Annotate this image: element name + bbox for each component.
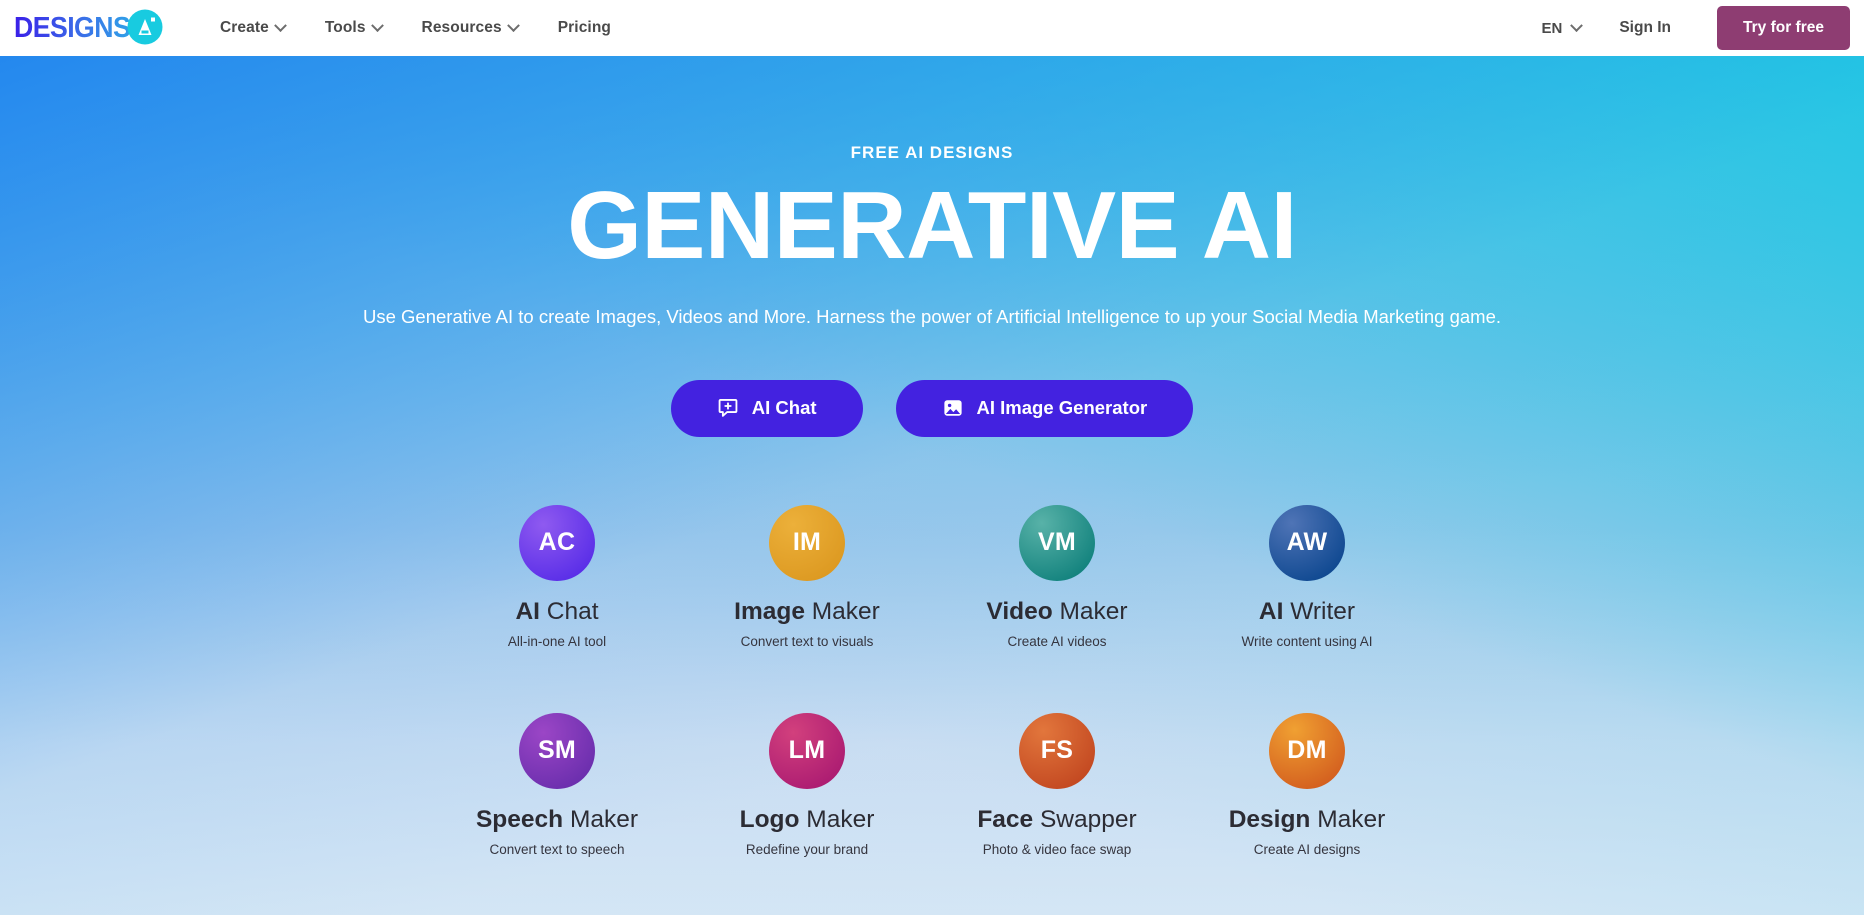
tool-title-bold: Face: [977, 805, 1034, 833]
tool-initials: LM: [788, 736, 826, 765]
tool-initials: AW: [1286, 528, 1328, 557]
tool-initials: AC: [538, 528, 576, 557]
sign-in-link[interactable]: Sign In: [1597, 11, 1693, 45]
ai-chat-button-label: AI Chat: [751, 397, 817, 419]
tool-title: Logo Maker: [740, 806, 875, 834]
tool-title-bold: Image: [734, 597, 805, 625]
tool-card-face-swapper[interactable]: FS Face Swapper Photo & video face swap: [932, 712, 1182, 857]
tool-title: Speech Maker: [476, 806, 638, 834]
ai-image-generator-button-label: AI Image Generator: [976, 397, 1148, 419]
tool-avatar: AC: [519, 504, 595, 581]
nav-item-resources[interactable]: Resources: [402, 11, 538, 45]
tool-description: Redefine your brand: [745, 841, 869, 857]
tool-description: Photo & video face swap: [982, 841, 1132, 857]
tool-title: Image Maker: [734, 598, 880, 626]
tool-title-bold: Logo: [739, 805, 800, 833]
tool-title-bold: AI: [1258, 597, 1284, 625]
tool-initials: IM: [792, 528, 822, 557]
main-nav: Create Tools Resources Pricing: [200, 11, 631, 45]
tool-grid: AC AI Chat All-in-one AI tool IM Image M…: [432, 504, 1432, 857]
tool-title-bold: AI: [515, 597, 540, 625]
tool-title-bold: Design: [1228, 805, 1311, 833]
tool-avatar: DM: [1269, 712, 1345, 789]
ai-image-generator-button[interactable]: AI Image Generator: [895, 379, 1194, 437]
nav-label: Pricing: [557, 19, 611, 36]
tool-description: Create AI designs: [1253, 841, 1361, 857]
tool-card-ai-chat[interactable]: AC AI Chat All-in-one AI tool: [432, 504, 682, 649]
try-for-free-button[interactable]: Try for free: [1717, 6, 1850, 50]
tool-title: AI Chat: [515, 598, 598, 626]
chevron-down-icon: [370, 18, 384, 32]
tool-title-light: Maker: [806, 805, 875, 833]
tool-title: AI Writer: [1259, 598, 1355, 626]
hero-cta-row: AI Chat AI Image Generator: [0, 379, 1864, 437]
tool-card-logo-maker[interactable]: LM Logo Maker Redefine your brand: [682, 712, 932, 857]
tool-description: Create AI videos: [1007, 633, 1107, 649]
chevron-down-icon: [273, 18, 287, 32]
tool-avatar: FS: [1019, 712, 1095, 789]
tool-title-bold: Speech: [475, 805, 564, 833]
page-title: GENERATIVE AI: [567, 172, 1297, 279]
designs-ai-logo[interactable]: DESIGNS.: [14, 6, 164, 50]
nav-label: Resources: [421, 19, 502, 36]
tool-avatar: VM: [1019, 504, 1095, 581]
hero-subtitle: Use Generative AI to create Images, Vide…: [0, 303, 1864, 332]
image-icon: [943, 400, 962, 416]
nav-item-tools[interactable]: Tools: [305, 11, 402, 45]
tool-avatar: IM: [769, 504, 845, 581]
chat-plus-icon: [718, 399, 738, 418]
tool-title-light: Writer: [1290, 597, 1356, 625]
tool-description: Convert text to speech: [489, 841, 625, 857]
tool-title-bold: Video: [986, 597, 1053, 625]
hero-eyebrow: FREE AI DESIGNS: [850, 143, 1014, 162]
tool-description: Write content using AI: [1241, 633, 1373, 649]
tool-avatar: SM: [519, 712, 595, 789]
language-selector[interactable]: EN: [1526, 12, 1598, 45]
ai-chat-button[interactable]: AI Chat: [670, 379, 863, 437]
tool-avatar: LM: [769, 712, 845, 789]
tool-card-speech-maker[interactable]: SM Speech Maker Convert text to speech: [432, 712, 682, 857]
tool-title: Face Swapper: [977, 806, 1136, 834]
tool-avatar: AW: [1269, 504, 1345, 581]
site-header: DESIGNS. Create Tools Resources Pricing …: [0, 0, 1864, 56]
nav-label: Create: [220, 19, 269, 36]
tool-card-video-maker[interactable]: VM Video Maker Create AI videos: [932, 504, 1182, 649]
tool-description: Convert text to visuals: [740, 633, 874, 649]
language-label: EN: [1541, 19, 1563, 37]
tool-title-light: Maker: [1059, 597, 1128, 625]
nav-item-create[interactable]: Create: [200, 11, 305, 45]
nav-label: Tools: [324, 19, 366, 36]
tool-title-light: Maker: [811, 597, 880, 625]
tool-title-light: Maker: [1317, 805, 1386, 833]
tool-title-light: Maker: [569, 805, 639, 833]
hero-subtitle-text: Use Generative AI to create Images, Vide…: [363, 305, 1501, 327]
tool-title-light: Chat: [546, 597, 599, 625]
chevron-down-icon: [1570, 18, 1584, 32]
nav-item-pricing[interactable]: Pricing: [538, 11, 631, 45]
tool-initials: DM: [1287, 736, 1327, 765]
chevron-down-icon: [506, 18, 520, 32]
tool-card-design-maker[interactable]: DM Design Maker Create AI designs: [1182, 712, 1432, 857]
tool-card-image-maker[interactable]: IM Image Maker Convert text to visuals: [682, 504, 932, 649]
tool-description: All-in-one AI tool: [507, 633, 607, 649]
tool-initials: SM: [537, 736, 577, 765]
tool-title: Design Maker: [1229, 806, 1386, 834]
tool-card-ai-writer[interactable]: AW AI Writer Write content using AI: [1182, 504, 1432, 649]
svg-text:DESIGNS.: DESIGNS.: [14, 11, 137, 43]
header-actions: EN Sign In Try for free: [1526, 6, 1864, 50]
tool-title: Video Maker: [986, 598, 1127, 626]
logo-mark: DESIGNS.: [14, 9, 163, 45]
tool-title-light: Swapper: [1039, 805, 1137, 833]
tool-initials: VM: [1037, 528, 1077, 557]
hero-section: FREE AI DESIGNS GENERATIVE AI Use Genera…: [0, 56, 1864, 915]
tool-initials: FS: [1040, 736, 1074, 765]
